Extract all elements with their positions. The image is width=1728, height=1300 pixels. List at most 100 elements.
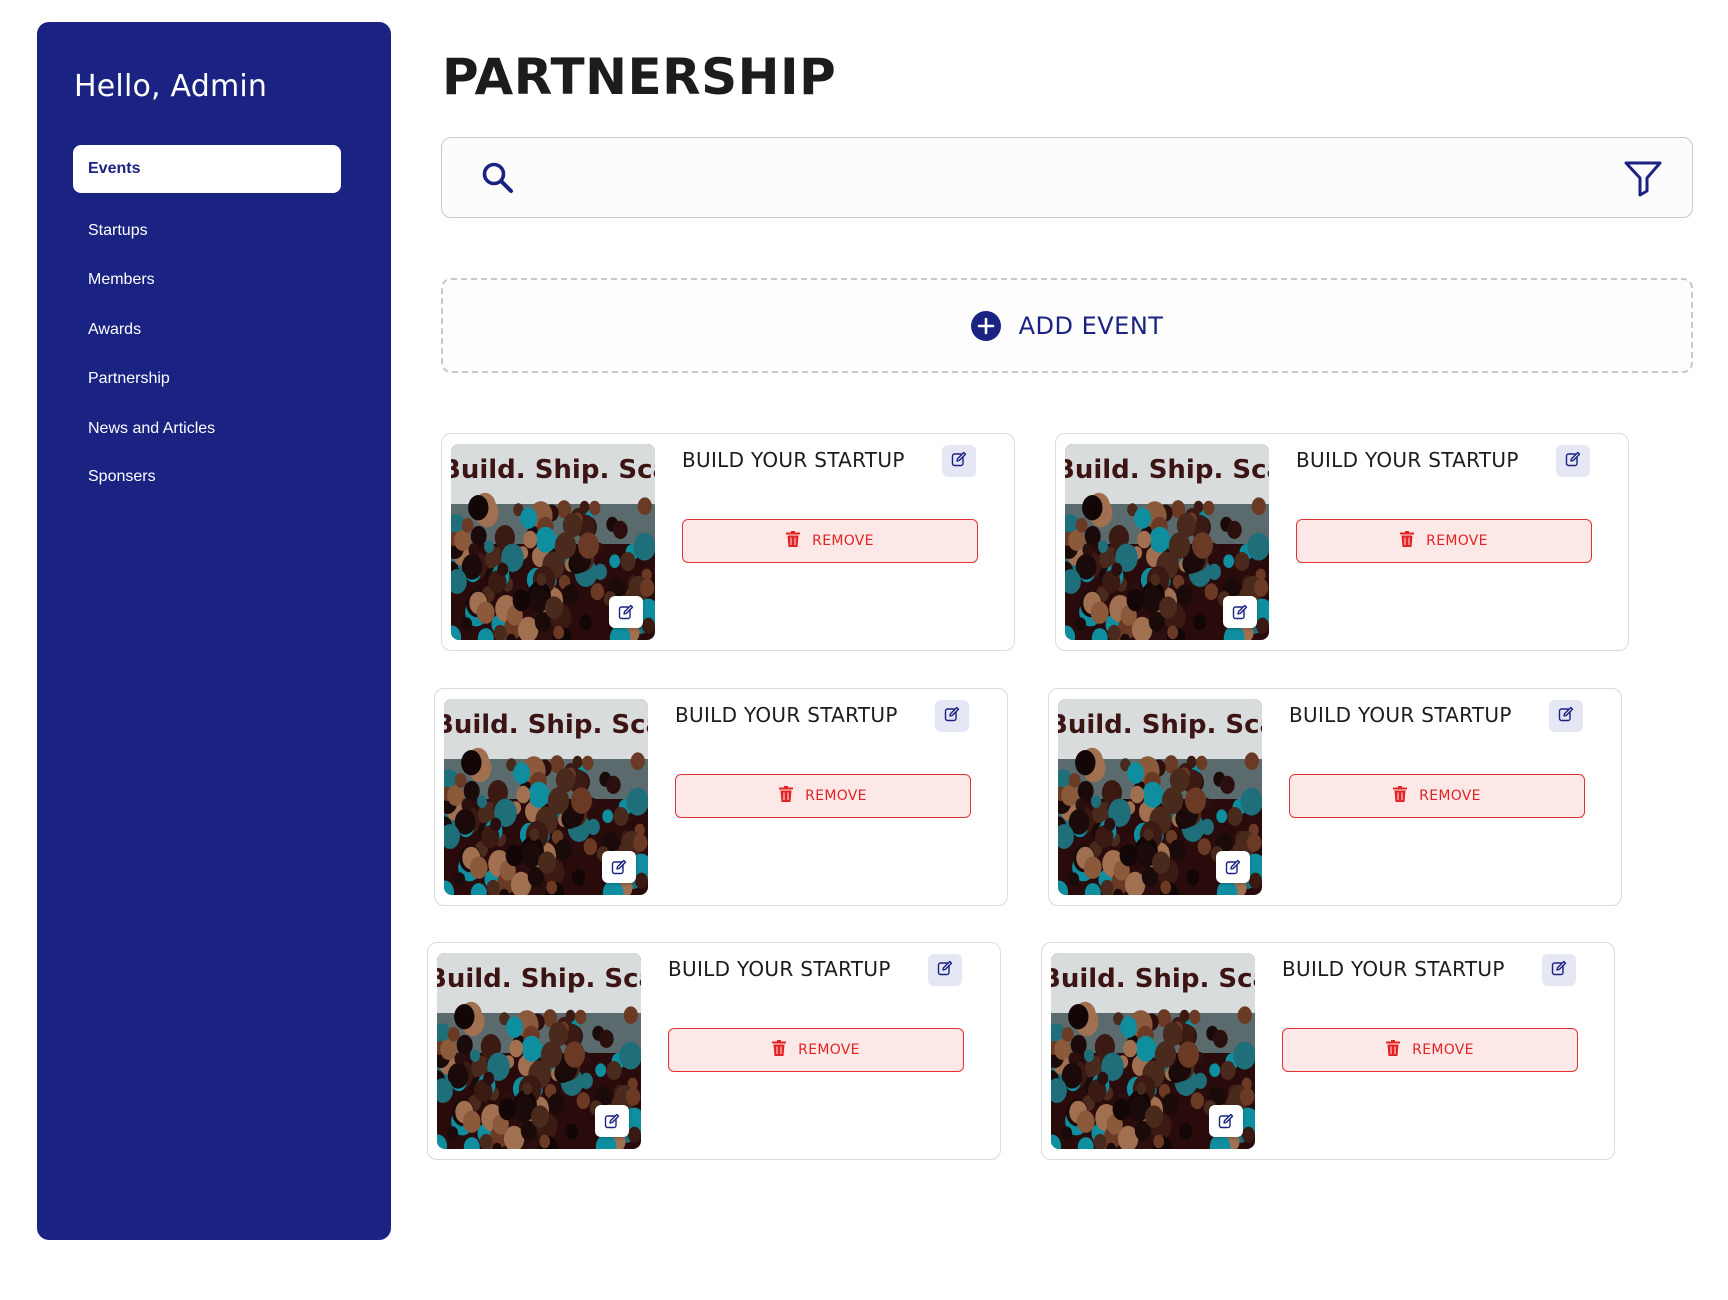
crowd-figure [1136, 1082, 1147, 1095]
crowd-figure [1256, 617, 1269, 634]
image-edit-button[interactable] [595, 1105, 629, 1137]
search-icon[interactable] [480, 160, 516, 196]
sidebar-item-sponsers[interactable]: Sponsers [73, 453, 341, 501]
sidebar-item-startups[interactable]: Startups [73, 207, 341, 255]
crowd-figure [637, 497, 652, 515]
filter-icon[interactable] [1622, 158, 1664, 198]
image-edit-button[interactable] [609, 596, 643, 628]
image-edit-button[interactable] [602, 851, 636, 883]
crowd-figure [565, 1123, 579, 1140]
crowd-figure [576, 1092, 590, 1110]
crowd-figure [520, 507, 538, 529]
image-edit-button[interactable] [1223, 596, 1257, 628]
crowd-figure [468, 495, 489, 521]
remove-event-button[interactable]: REMOVE [675, 774, 971, 818]
crowd-figure [1097, 1071, 1109, 1086]
crowd-figure [461, 617, 473, 631]
edit-event-button[interactable] [928, 954, 962, 986]
sidebar-item-awards[interactable]: Awards [73, 306, 341, 354]
crowd-figure [635, 872, 648, 889]
crowd-figure [1186, 869, 1200, 886]
crowd-figure [1190, 1092, 1204, 1110]
crowd-figure [1134, 507, 1152, 529]
crowd-figure [1192, 532, 1213, 559]
crowd-figure [1120, 1016, 1138, 1038]
remove-event-button[interactable]: REMOVE [668, 1028, 964, 1072]
crowd-figure [440, 1038, 457, 1060]
crowd-figure [606, 1061, 622, 1080]
event-image: Build. Ship. Scale [437, 953, 641, 1149]
crowd-figure [1186, 755, 1197, 769]
event-title: BUILD YOUR STARTUP [1289, 703, 1512, 727]
crowd-figure [1154, 1041, 1177, 1068]
crowd-figure [1193, 614, 1207, 631]
event-title: BUILD YOUR STARTUP [675, 703, 898, 727]
crowd-figure [589, 500, 601, 516]
crowd-figure [1240, 787, 1262, 816]
image-edit-button[interactable] [1209, 1105, 1243, 1137]
crowd-figure [595, 1063, 607, 1077]
page-title: PARTNERSHIP [442, 48, 837, 106]
search-input[interactable] [534, 156, 1574, 200]
crowd-figure [1149, 526, 1171, 553]
crowd-figure [470, 525, 487, 547]
crowd-figure [582, 755, 594, 771]
remove-event-button[interactable]: REMOVE [1282, 1028, 1578, 1072]
edit-event-button[interactable] [942, 445, 976, 477]
crowd-figure [564, 1041, 585, 1068]
crowd-figure [583, 838, 597, 856]
edit-event-button[interactable] [1556, 445, 1590, 477]
crowd-figure [1169, 839, 1186, 860]
greeting: Hello, Admin [74, 69, 268, 104]
crowd-figure [1254, 578, 1269, 597]
crowd-figure [547, 787, 570, 814]
crowd-figure [1142, 781, 1164, 808]
crowd-figure [1126, 589, 1145, 612]
edit-icon [604, 1113, 620, 1129]
sidebar-item-events[interactable]: Events [73, 145, 341, 193]
crowd-figure [528, 781, 550, 808]
event-card: Build. Ship. Scale BUILD YOUR STARTUP [1041, 942, 1615, 1160]
crowd-figure [590, 583, 604, 601]
sidebar-item-members[interactable]: Members [73, 256, 341, 304]
crowd-figure [1237, 1006, 1252, 1024]
crowd-figure [461, 750, 482, 776]
crowd-figure [548, 1093, 565, 1114]
crowd-figure [516, 785, 531, 804]
crowd-figure [497, 562, 509, 577]
crowd-figure [1077, 780, 1094, 802]
crowd-figure [623, 1006, 638, 1024]
crowd-figure [461, 518, 474, 533]
crowd-figure [454, 529, 471, 551]
crowd-figure [484, 540, 494, 553]
crowd-figure [476, 601, 495, 624]
add-event-label: ADD EVENT [1018, 311, 1164, 340]
edit-event-button[interactable] [1549, 700, 1583, 732]
crowd-figure [579, 614, 593, 631]
crowd-figure [536, 573, 547, 586]
crowd-figure [1084, 525, 1101, 547]
crowd-figure [539, 1134, 551, 1149]
edit-icon [618, 604, 634, 620]
remove-event-button[interactable]: REMOVE [682, 519, 978, 563]
remove-event-button[interactable]: REMOVE [1289, 774, 1585, 818]
sidebar-item-partnership[interactable]: Partnership [73, 355, 341, 403]
event-image: Build. Ship. Scale [1058, 699, 1262, 895]
edit-icon [611, 859, 627, 875]
sidebar-item-news-and-articles[interactable]: News and Articles [73, 405, 341, 453]
remove-event-button[interactable]: REMOVE [1296, 519, 1592, 563]
crowd-figure [546, 880, 558, 895]
crowd-figure [462, 1110, 481, 1133]
add-event-button[interactable]: ADD EVENT [441, 278, 1693, 373]
image-edit-button[interactable] [1216, 851, 1250, 883]
sidebar: Hello, Admin Events Startups Members Awa… [37, 22, 391, 1240]
edit-event-button[interactable] [935, 700, 969, 732]
image-caption-text: Build. Ship. Scale [1058, 710, 1262, 740]
edit-event-button[interactable] [1542, 954, 1576, 986]
crowd-figure [1203, 500, 1215, 516]
crowd-figure [1084, 1049, 1094, 1062]
crowd-figure [1242, 1126, 1255, 1143]
crowd-figure [506, 1016, 524, 1038]
event-title: BUILD YOUR STARTUP [668, 957, 891, 981]
crowd-figure [619, 1041, 641, 1070]
